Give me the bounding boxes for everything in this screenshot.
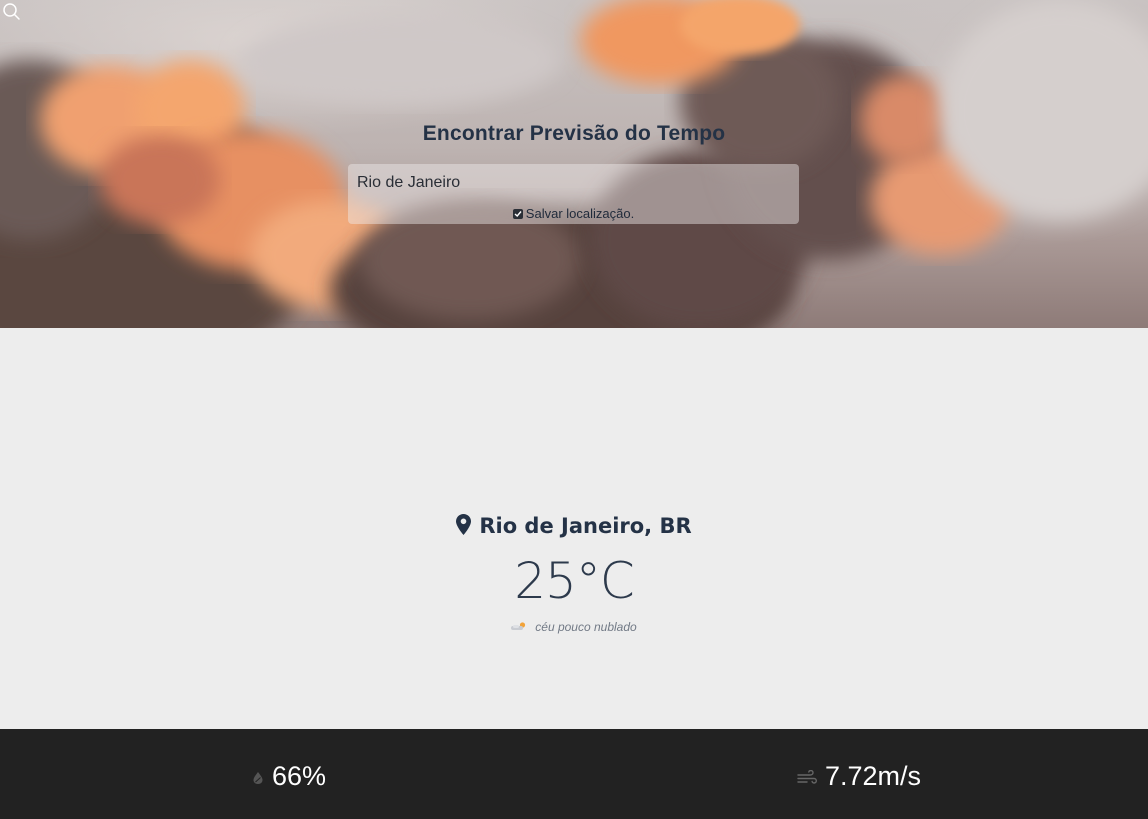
humidity-icon: [253, 771, 263, 784]
save-location-label[interactable]: Salvar localização.: [526, 206, 634, 221]
hero-banner: Encontrar Previsão do Tempo Salvar local…: [0, 0, 1148, 328]
weather-description: céu pouco nublado: [535, 620, 637, 634]
wind-stat: 7.72m/s: [797, 759, 921, 793]
map-pin-icon: [456, 514, 472, 535]
search-input[interactable]: [348, 164, 757, 202]
stats-bar: 66% 7.72m/s: [0, 729, 1148, 819]
humidity-stat: 66%: [252, 759, 326, 793]
app: Encontrar Previsão do Tempo Salvar local…: [0, 0, 1148, 819]
check-icon: [514, 211, 522, 218]
location-heading: Rio de Janeiro, BR: [0, 514, 1148, 538]
save-location-checkbox[interactable]: [512, 209, 523, 219]
wind-icon: [797, 769, 817, 784]
few-clouds-icon: [511, 622, 526, 630]
save-location-row: Salvar localização.: [348, 206, 799, 221]
location-name: Rio de Janeiro, BR: [479, 514, 692, 538]
page-title: Encontrar Previsão do Tempo: [422, 122, 726, 145]
weather-description-row: céu pouco nublado: [0, 620, 1148, 634]
temperature-value: 25°C: [514, 552, 635, 610]
search-icon[interactable]: [0, 0, 22, 22]
wind-value: 7.72m/s: [825, 761, 922, 791]
weather-panel: Rio de Janeiro, BR 25°C céu pouco nublad…: [0, 328, 1148, 729]
humidity-value: 66%: [272, 761, 327, 791]
